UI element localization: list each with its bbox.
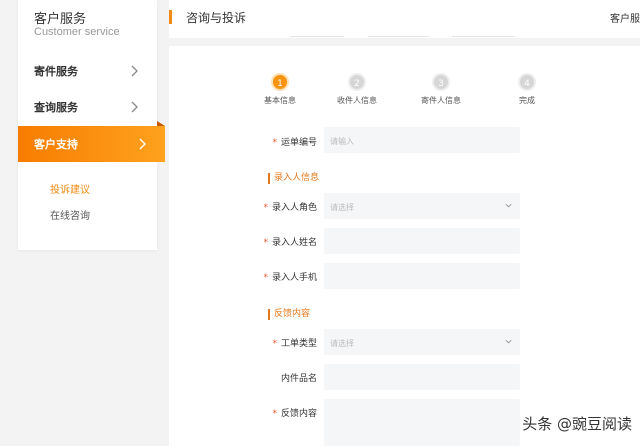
step-connector: [368, 36, 429, 37]
sidebar-title: 客户服务: [34, 12, 87, 27]
section-feedback: 反馈内容: [268, 309, 310, 320]
feedback-content-textarea[interactable]: [324, 399, 520, 446]
sidebar-item-shipping[interactable]: 寄件服务: [18, 53, 157, 89]
step-complete: 4 完成: [492, 73, 562, 106]
step-sender-info: 3 寄件人信息: [406, 73, 476, 106]
required-marker: *: [272, 409, 277, 419]
sidebar-item-query[interactable]: 查询服务: [18, 89, 157, 125]
entry-name-label: * 录入人姓名: [263, 238, 317, 248]
step-label: 基本信息: [264, 96, 296, 105]
sidebar-subitem-consult[interactable]: 在线咨询: [50, 207, 90, 222]
step-recipient-info: 2 收件人信息: [322, 73, 392, 106]
sidebar-item-support[interactable]: 客户支持: [18, 121, 165, 162]
page-title: 咨询与投诉: [186, 11, 247, 25]
watermark: 头条 @豌豆阅读: [522, 415, 632, 433]
entry-phone-label: * 录入人手机: [263, 273, 317, 283]
step-label: 完成: [519, 96, 535, 105]
entry-name-input[interactable]: [324, 228, 520, 254]
sidebar-item-label: 寄件服务: [34, 65, 78, 78]
ticket-type-label: * 工单类型: [272, 339, 317, 349]
step-basic-info: 1 基本信息: [245, 73, 315, 106]
feedback-content-label: * 反馈内容: [272, 409, 317, 419]
header-right-link[interactable]: 客户服: [610, 10, 640, 25]
chevron-down-icon: [505, 339, 512, 344]
required-marker: *: [263, 203, 268, 213]
sidebar: 客户服务 Customer service 寄件服务 查询服务 客户支持 投诉建…: [18, 0, 165, 250]
required-marker: *: [263, 238, 268, 248]
required-marker: *: [272, 138, 277, 148]
step-number: 4: [518, 73, 536, 91]
chevron-right-icon: [131, 101, 138, 113]
chevron-down-icon: [505, 203, 512, 208]
step-number: 3: [432, 73, 450, 91]
entry-role-label: * 录入人角色: [263, 203, 317, 213]
step-label: 收件人信息: [337, 96, 377, 105]
chevron-right-icon: [139, 138, 146, 150]
chevron-right-icon: [131, 65, 138, 77]
sidebar-item-label: 查询服务: [34, 101, 78, 114]
entry-role-select[interactable]: 请选择: [324, 193, 520, 219]
sidebar-item-label: 客户支持: [34, 138, 78, 151]
item-name-label: 内件品名: [280, 374, 317, 384]
item-name-input[interactable]: [324, 364, 520, 390]
sidebar-subtitle: Customer service: [34, 26, 120, 38]
step-connector: [452, 36, 515, 37]
page-header: 咨询与投诉 客户服: [169, 0, 640, 38]
tracking-number-label: * 运单编号: [272, 138, 317, 148]
step-connector: [290, 36, 344, 37]
tracking-number-input[interactable]: 请输入: [324, 127, 520, 153]
header-accent-bar: [169, 10, 172, 24]
sidebar-subitem-complaint[interactable]: 投诉建议: [50, 181, 90, 196]
required-marker: *: [263, 273, 268, 283]
step-number: 1: [271, 73, 289, 91]
ticket-type-select[interactable]: 请选择: [324, 329, 520, 355]
section-entry-info: 录入人信息: [268, 173, 319, 184]
step-number: 2: [348, 73, 366, 91]
entry-phone-input[interactable]: [324, 263, 520, 289]
required-marker: *: [272, 339, 277, 349]
step-label: 寄件人信息: [421, 96, 461, 105]
